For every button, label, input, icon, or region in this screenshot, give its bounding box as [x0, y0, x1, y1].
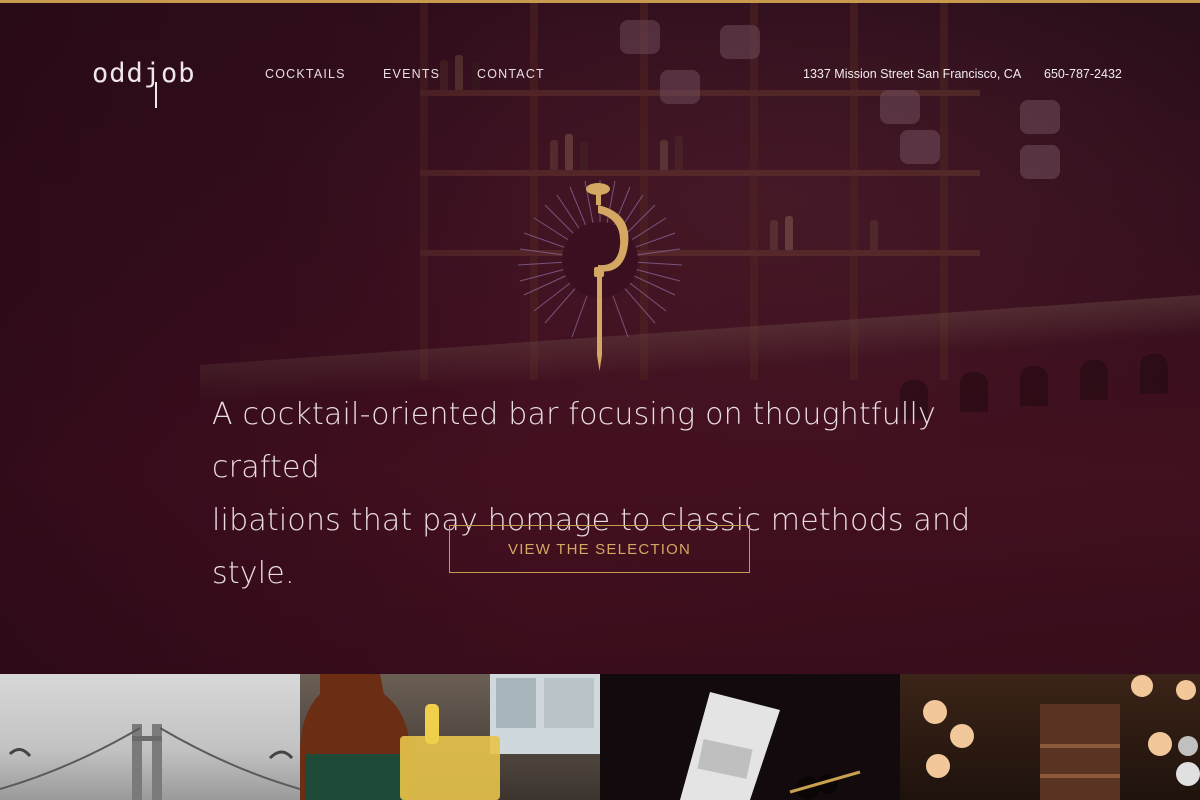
photo-gallery [0, 674, 1200, 800]
address-text: 1337 Mission Street San Francisco, CA [803, 67, 1022, 81]
gallery-tile-bar-interior[interactable] [900, 674, 1200, 800]
top-accent-line [0, 0, 1200, 3]
nav-link-contact[interactable]: CONTACT [477, 67, 545, 81]
gallery-tile-bourbon[interactable] [300, 674, 600, 800]
phone-number[interactable]: 650-787-2432 [1044, 67, 1122, 81]
nav-link-cocktails[interactable]: COCKTAILS [265, 67, 346, 81]
view-selection-button[interactable]: VIEW THE SELECTION [449, 525, 750, 573]
golden-gate-bridge-image [0, 724, 300, 800]
hand-drill-emblem-icon [517, 180, 683, 371]
gallery-tile-bridge[interactable] [0, 674, 300, 800]
site-header: oddjob COCKTAILS EVENTS CONTACT 1337 Mis… [0, 0, 1200, 110]
martini-olives-image [680, 692, 861, 800]
nav-link-events[interactable]: EVENTS [383, 67, 440, 81]
site-logo[interactable]: oddjob [92, 58, 196, 89]
bourbon-cocktail-image [300, 674, 600, 800]
tagline-line-1: A cocktail-oriented bar focusing on thou… [212, 397, 936, 485]
gallery-tile-martini[interactable] [600, 674, 900, 800]
bar-interior-image [923, 675, 1200, 800]
logo-drill-stem [155, 82, 157, 108]
